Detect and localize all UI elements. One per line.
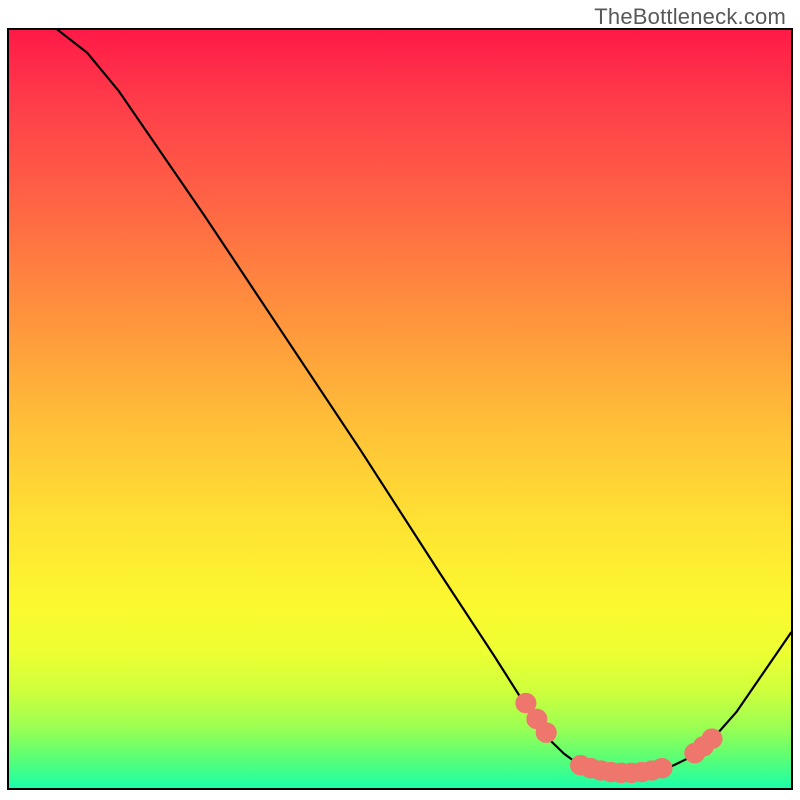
marker-dot	[540, 726, 553, 739]
chart-svg	[9, 30, 791, 788]
markers-group	[519, 697, 718, 780]
watermark: TheBottleneck.com	[594, 4, 786, 30]
chart-area	[7, 28, 793, 790]
marker-dot	[519, 697, 532, 710]
curve-line	[9, 30, 791, 773]
marker-dot	[655, 762, 668, 775]
marker-dot	[705, 732, 718, 745]
